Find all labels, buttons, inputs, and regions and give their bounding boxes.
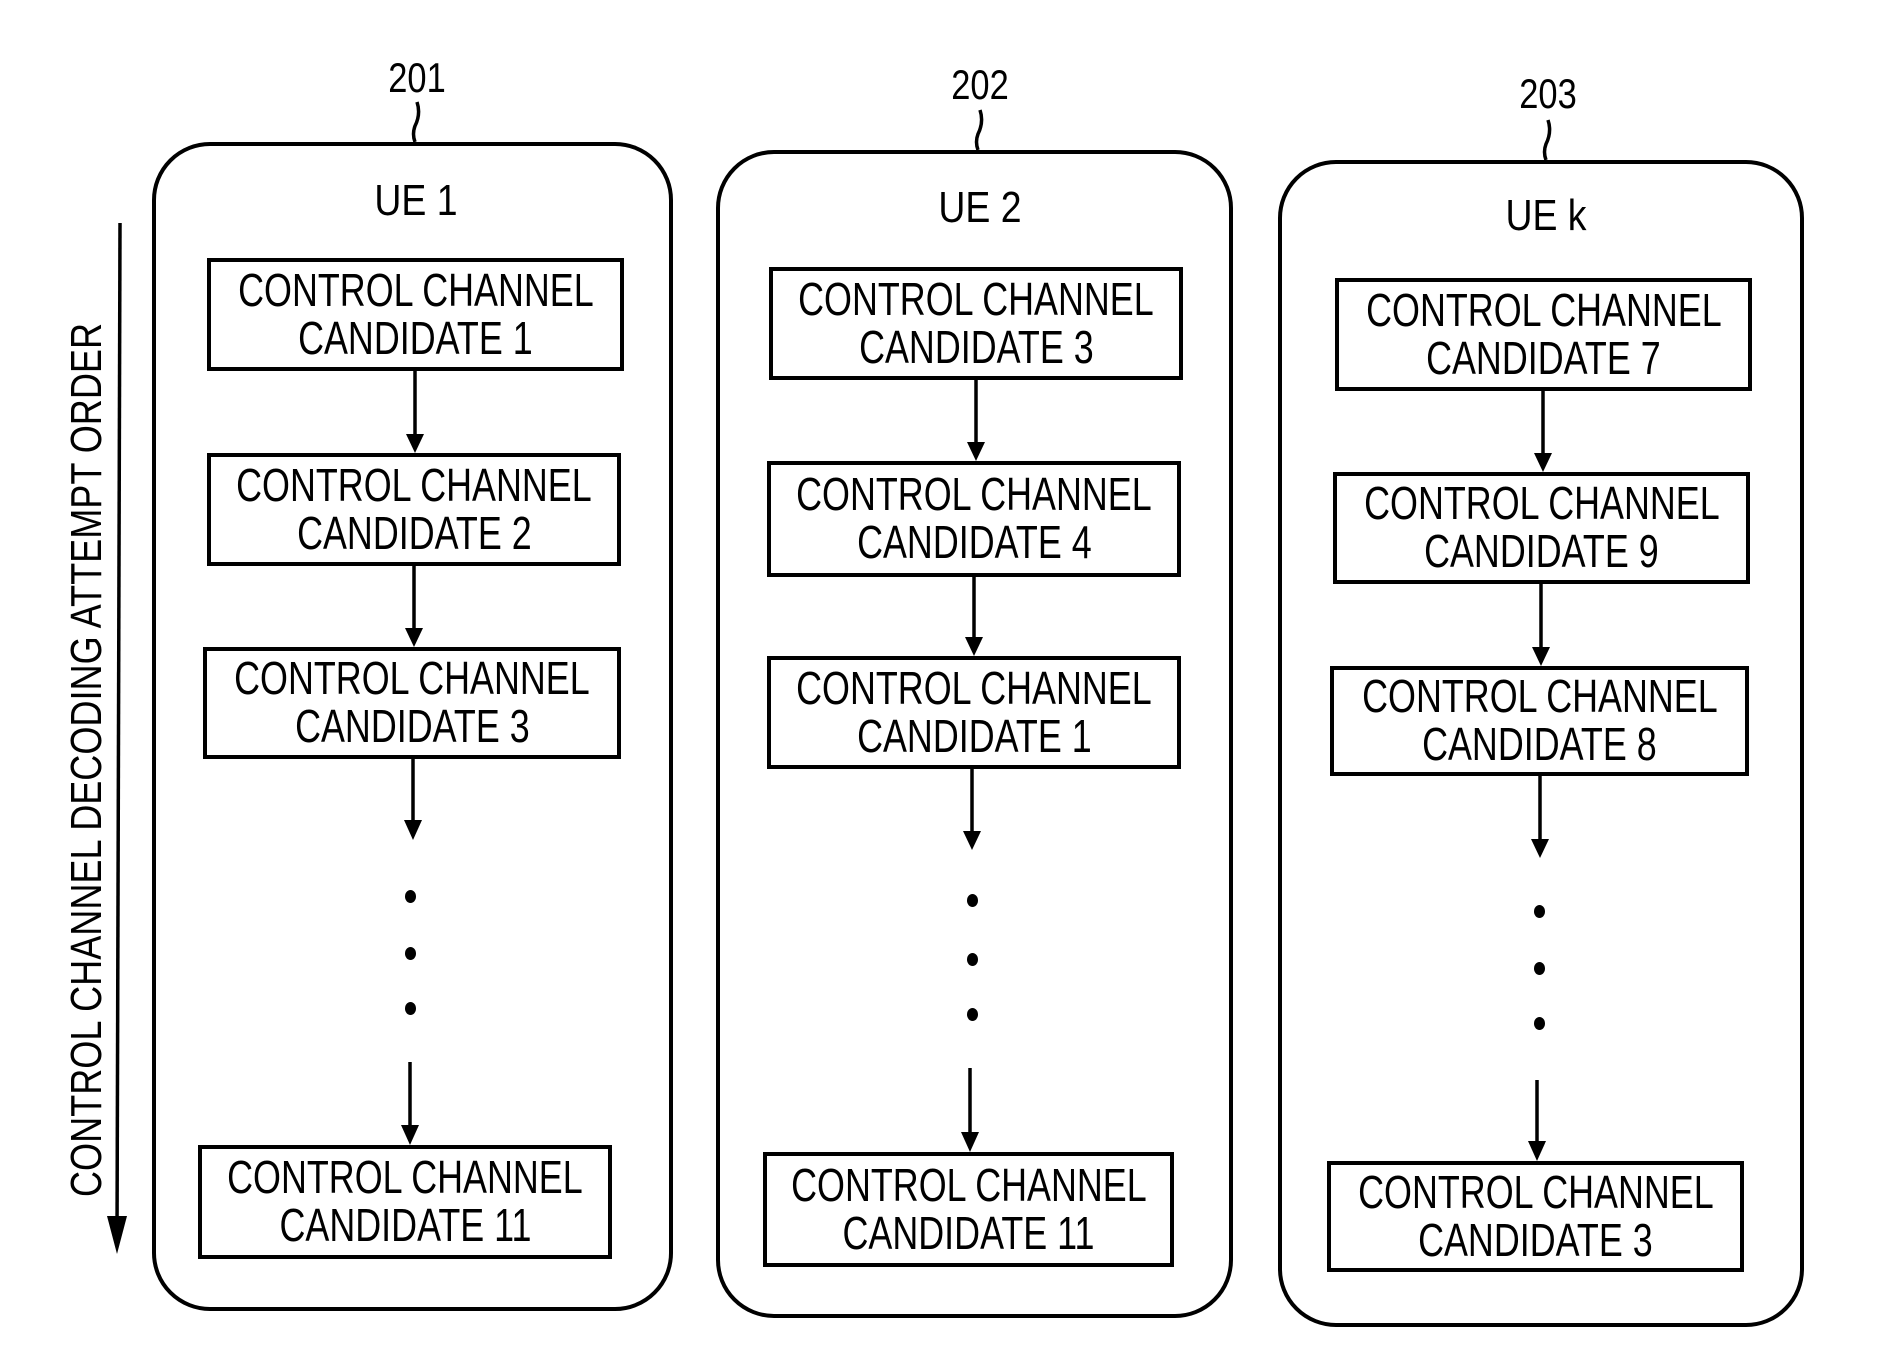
- leader-line-202: [974, 109, 984, 151]
- arrowhead-icon: [965, 637, 983, 656]
- arrowhead-icon: [963, 831, 981, 850]
- arrowhead-icon: [1528, 1141, 1546, 1161]
- arrowhead-icon: [1532, 647, 1550, 666]
- arrowhead-icon: [1531, 839, 1549, 858]
- arrowhead-icon: [961, 1132, 979, 1152]
- arrowhead-icon: [406, 434, 424, 453]
- axis-arrowhead-icon: [107, 1216, 127, 1254]
- leader-line-203: [1542, 119, 1552, 161]
- axis-arrow-line: [115, 222, 122, 1241]
- arrowhead-icon: [967, 442, 985, 461]
- leader-line-201: [411, 101, 421, 143]
- arrowhead-icon: [404, 820, 422, 840]
- arrowhead-icon: [1534, 453, 1552, 472]
- connector-layer: [107, 101, 1552, 1254]
- arrowhead-icon: [405, 628, 423, 647]
- arrowhead-icon: [401, 1125, 419, 1145]
